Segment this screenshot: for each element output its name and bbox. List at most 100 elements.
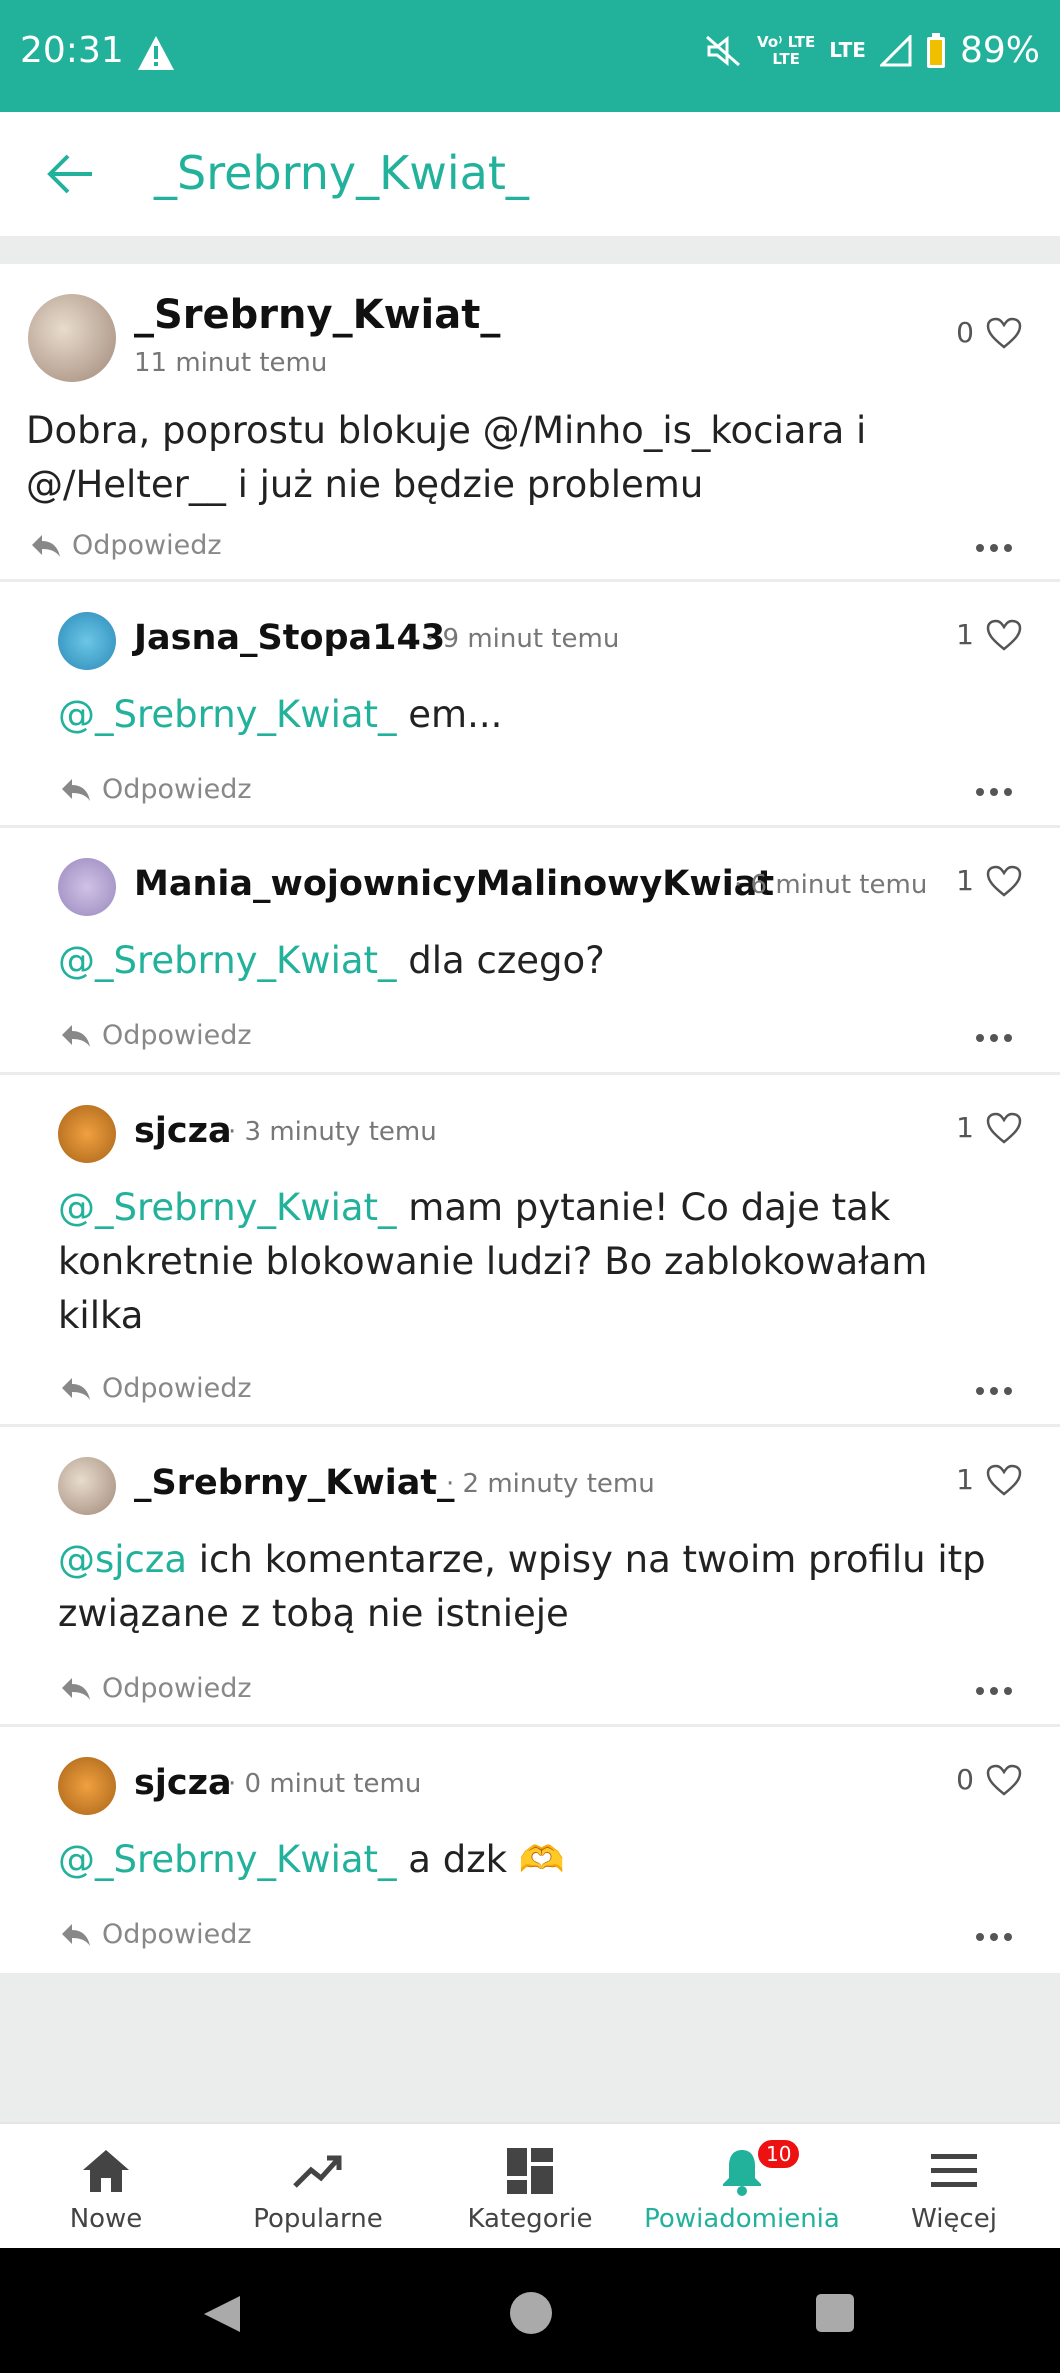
bottom-navigation: Nowe Popularne Kategorie 10 Powiadomieni… — [0, 2122, 1060, 2248]
like-count: 0 — [956, 1763, 974, 1796]
system-back-icon[interactable] — [200, 2292, 244, 2336]
comment-text: @_Srebrny_Kwiat_ dla czego? — [58, 934, 1028, 988]
mention-link[interactable]: @_Srebrny_Kwiat_ — [58, 1186, 397, 1229]
nav-item-popularne[interactable]: Popularne — [212, 2124, 424, 2248]
mention-link[interactable]: @_Srebrny_Kwiat_ — [58, 693, 397, 736]
reply-label: Odpowiedz — [102, 1673, 252, 1704]
comment-text-content: dla czego? — [396, 939, 605, 982]
menu-icon — [931, 2154, 977, 2187]
comment-text: @_Srebrny_Kwiat_ em... — [58, 688, 1028, 742]
heart-icon[interactable] — [986, 317, 1022, 349]
nav-item-powiadomienia[interactable]: 10 Powiadomienia — [636, 2124, 848, 2248]
like-counter[interactable]: 1 — [956, 1463, 1022, 1496]
app-bar: _Srebrny_Kwiat_ — [0, 112, 1060, 236]
system-navigation-bar — [0, 2248, 1060, 2373]
signal-icon — [879, 34, 912, 66]
more-options-icon[interactable] — [976, 1387, 1012, 1395]
more-options-icon[interactable] — [976, 1687, 1012, 1695]
comment-item: Mania_wojownicyMalinowyKwiat · 6 minut t… — [0, 828, 1060, 1075]
like-counter[interactable]: 0 — [956, 1763, 1022, 1796]
like-counter[interactable]: 0 — [956, 316, 1022, 349]
like-count: 1 — [956, 864, 974, 897]
reply-label: Odpowiedz — [102, 1020, 252, 1051]
comment-time: 11 minut temu — [134, 348, 328, 378]
reply-button[interactable]: Odpowiedz — [60, 1919, 252, 1950]
like-counter[interactable]: 1 — [956, 618, 1022, 651]
more-options-icon[interactable] — [976, 544, 1012, 552]
avatar[interactable] — [58, 858, 116, 916]
like-count: 1 — [956, 618, 974, 651]
comment-username[interactable]: Jasna_Stopa143 — [134, 618, 445, 658]
like-count: 1 — [956, 1463, 974, 1496]
more-options-icon[interactable] — [976, 788, 1012, 796]
network-type: Vo⁾ LTE LTE — [757, 32, 816, 68]
reply-label: Odpowiedz — [72, 530, 222, 561]
reply-icon — [62, 1024, 90, 1047]
comment-username[interactable]: sjcza — [134, 1763, 232, 1803]
reply-icon — [62, 778, 90, 801]
reply-button[interactable]: Odpowiedz — [60, 1373, 252, 1404]
comment-text: Dobra, poprostu blokuje @/Minho_is_kocia… — [26, 409, 867, 506]
comment-time: · 6 minut temu — [734, 870, 928, 900]
reply-button[interactable]: Odpowiedz — [30, 530, 222, 561]
avatar[interactable] — [58, 1757, 116, 1815]
system-home-icon[interactable] — [508, 2290, 554, 2336]
battery-icon — [926, 32, 945, 68]
comment-item: _Srebrny_Kwiat_ 11 minut temu 0 Dobra, p… — [0, 264, 1060, 582]
heart-icon[interactable] — [986, 1464, 1022, 1496]
reply-button[interactable]: Odpowiedz — [60, 1673, 252, 1704]
comment-username[interactable]: _Srebrny_Kwiat_ — [134, 292, 500, 338]
mention-link[interactable]: @_Srebrny_Kwiat_ — [58, 939, 397, 982]
status-time: 20:31 — [20, 30, 124, 71]
mention-link[interactable]: @sjcza — [58, 1538, 187, 1581]
avatar[interactable] — [58, 1457, 116, 1515]
nav-item-kategorie[interactable]: Kategorie — [424, 2124, 636, 2248]
comment-text: @sjcza ich komentarze, wpisy na twoim pr… — [58, 1533, 1028, 1641]
like-count: 0 — [956, 316, 974, 349]
nav-label: Nowe — [69, 2204, 143, 2234]
heart-icon[interactable] — [986, 1112, 1022, 1144]
nav-item-wiecej[interactable]: Więcej — [848, 2124, 1060, 2248]
nav-label: Powiadomienia — [644, 2204, 840, 2234]
avatar[interactable] — [28, 294, 116, 382]
comment-item: Jasna_Stopa143 · 9 minut temu 1 @_Srebrn… — [0, 582, 1060, 828]
avatar[interactable] — [58, 612, 116, 670]
status-bar: 20:31 Vo⁾ LTE LTE LTE 89% — [0, 0, 1060, 112]
reply-icon — [62, 1677, 90, 1700]
reply-icon — [62, 1377, 90, 1400]
heart-icon[interactable] — [986, 619, 1022, 651]
nav-item-nowe[interactable]: Nowe — [0, 2124, 212, 2248]
heart-hands-emoji: 🫶 — [518, 1838, 565, 1881]
reply-label: Odpowiedz — [102, 1373, 252, 1404]
comment-item: sjcza · 3 minuty temu 1 @_Srebrny_Kwiat_… — [0, 1075, 1060, 1427]
comment-text-content: ich komentarze, wpisy na twoim profilu i… — [58, 1538, 986, 1635]
heart-icon[interactable] — [986, 865, 1022, 897]
comment-text: @_Srebrny_Kwiat_ mam pytanie! Co daje ta… — [58, 1181, 1018, 1343]
like-counter[interactable]: 1 — [956, 864, 1022, 897]
reply-button[interactable]: Odpowiedz — [60, 774, 252, 805]
reply-label: Odpowiedz — [102, 1919, 252, 1950]
comment-time: · 2 minuty temu — [446, 1469, 655, 1499]
reply-button[interactable]: Odpowiedz — [60, 1020, 252, 1051]
nav-label: Kategorie — [467, 2204, 593, 2234]
heart-icon[interactable] — [986, 1764, 1022, 1796]
more-options-icon[interactable] — [976, 1933, 1012, 1941]
comment-username[interactable]: sjcza — [134, 1111, 232, 1151]
network-top-label: Vo⁾ LTE — [757, 32, 816, 51]
like-counter[interactable]: 1 — [956, 1111, 1022, 1144]
comment-username[interactable]: _Srebrny_Kwiat_ — [134, 1463, 455, 1503]
home-icon — [83, 2150, 129, 2192]
comment-text: @_Srebrny_Kwiat_ a dzk 🫶 — [58, 1833, 1028, 1887]
nav-label: Więcej — [911, 2204, 997, 2234]
network-bottom-label: LTE — [772, 49, 800, 68]
comment-item: sjcza · 0 minut temu 0 @_Srebrny_Kwiat_ … — [0, 1727, 1060, 1973]
lte-label: LTE — [829, 38, 866, 62]
more-options-icon[interactable] — [976, 1034, 1012, 1042]
comment-username[interactable]: Mania_wojownicyMalinowyKwiat — [134, 864, 774, 904]
back-arrow-icon[interactable] — [46, 152, 96, 196]
reply-icon — [32, 534, 60, 557]
avatar[interactable] — [58, 1105, 116, 1163]
mention-link[interactable]: @_Srebrny_Kwiat_ — [58, 1838, 397, 1881]
page-title: _Srebrny_Kwiat_ — [154, 146, 529, 200]
system-recents-icon[interactable] — [814, 2292, 856, 2334]
